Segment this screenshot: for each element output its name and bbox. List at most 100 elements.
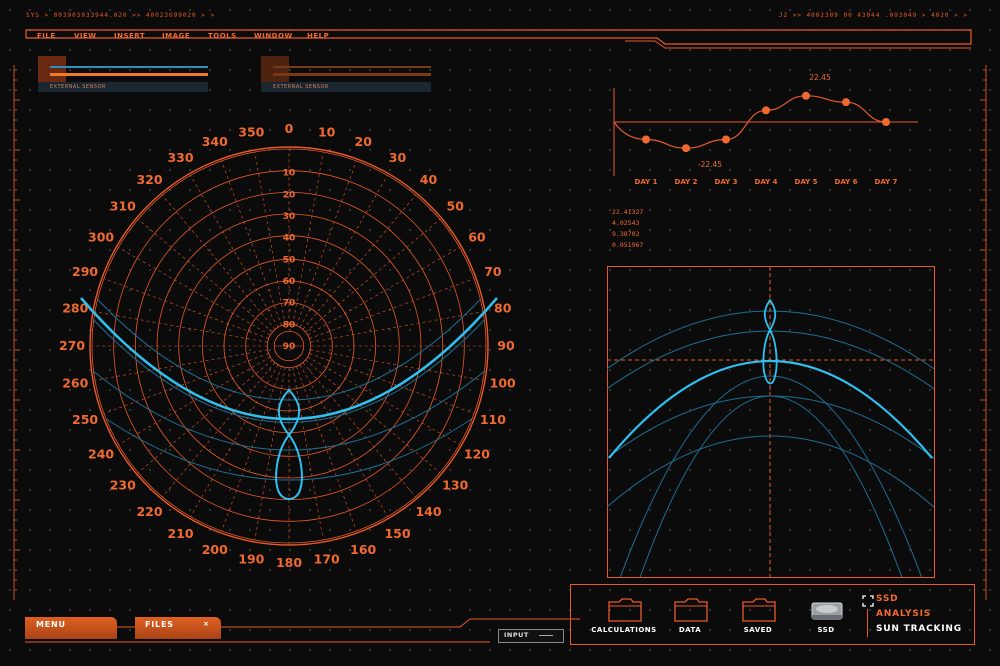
azimuth-label: 190 <box>238 552 264 567</box>
ssd-button[interactable]: SSD <box>781 597 871 641</box>
bottom-toolbar: CALCULATIONS DATA SAVED SSD SSD ANALYSIS… <box>570 584 975 645</box>
sensor-label: EXTERNAL SENSOR <box>50 84 106 90</box>
azimuth-spoke <box>118 247 271 336</box>
menu-tab[interactable]: MENU <box>25 617 117 639</box>
folder-icon <box>742 598 776 622</box>
files-tab-label: FILES <box>145 620 174 629</box>
elevation-label: 90 <box>283 342 296 352</box>
elevation-label: 80 <box>283 320 296 330</box>
polar-sun-path-diagram: 0 10 20 30 40 50 60 70 80 90 100 110 120 130140 150 160… <box>59 121 516 570</box>
azimuth-label: 70 <box>484 264 502 279</box>
menu-window[interactable]: WINDOW <box>254 32 293 40</box>
menu-image[interactable]: IMAGE <box>162 32 190 40</box>
azimuth-spoke <box>254 151 286 325</box>
azimuth-label: 290 <box>72 264 98 279</box>
azimuth-label: 200 <box>202 542 228 557</box>
azimuth-spoke <box>190 364 279 517</box>
readout-value: 9.38702 <box>612 230 640 238</box>
azimuth-label: 180 <box>276 555 302 570</box>
azimuth-label: 320 <box>136 172 162 187</box>
elevation-label: 50 <box>283 255 296 265</box>
azimuth-label: 140 <box>415 504 441 519</box>
azimuth-label: 250 <box>72 412 98 427</box>
azimuth-spoke <box>254 367 286 541</box>
menu-insert[interactable]: INSERT <box>114 32 145 40</box>
azimuth-label: 170 <box>314 552 340 567</box>
menu-view[interactable]: VIEW <box>74 32 97 40</box>
x-tick-label: DAY 2 <box>675 178 698 186</box>
azimuth-label: 110 <box>480 412 506 427</box>
elevation-label: 30 <box>283 212 296 222</box>
day-line-chart: DAY 1 DAY 2 DAY 3 DAY 4 DAY 5 DAY 6 DAY 7 22.4… <box>613 73 918 186</box>
azimuth-spoke <box>162 194 276 330</box>
azimuth-label: 230 <box>110 477 136 492</box>
zoom-analemma <box>762 298 778 385</box>
data-point <box>642 135 650 144</box>
sensor-label: EXTERNAL SENSOR <box>273 84 329 90</box>
elevation-label: 60 <box>283 277 296 287</box>
azimuth-spoke <box>305 219 441 333</box>
azimuth-spoke <box>221 160 282 326</box>
side-item-sun-tracking[interactable]: SUN TRACKING <box>876 624 962 634</box>
readout-value: 22.41327 <box>612 208 644 216</box>
azimuth-spoke <box>310 349 484 381</box>
azimuth-label: 30 <box>389 150 407 165</box>
external-sensor-1: EXTERNAL SENSOR <box>38 56 208 92</box>
azimuth-spoke <box>292 151 324 325</box>
azimuth-label: 60 <box>468 230 486 245</box>
menu-tools[interactable]: TOOLS <box>208 32 237 40</box>
data-point <box>762 106 770 115</box>
azimuth-label: 40 <box>420 172 438 187</box>
azimuth-spoke <box>94 311 268 343</box>
azimuth-label: 90 <box>497 338 515 353</box>
data-label-max: 22.45 <box>809 73 831 82</box>
elevation-label: 10 <box>283 169 296 179</box>
side-item-ssd[interactable]: SSD <box>876 594 898 604</box>
azimuth-label: 340 <box>202 134 228 149</box>
side-list-divider <box>867 609 868 637</box>
data-label-min: -22.45 <box>698 160 722 169</box>
azimuth-spoke <box>162 362 276 498</box>
readout-value: 4.02543 <box>612 219 640 227</box>
side-item-analysis[interactable]: ANALYSIS <box>876 609 931 619</box>
input-label: INPUT <box>504 631 529 639</box>
zoom-view-panel <box>607 266 935 578</box>
azimuth-label: 50 <box>447 199 465 214</box>
azimuth-label: 240 <box>88 447 114 462</box>
azimuth-label: 270 <box>59 338 85 353</box>
azimuth-label: 0 <box>285 121 294 136</box>
ssd-label: SSD <box>817 626 835 634</box>
menu-help[interactable]: HELP <box>307 32 329 40</box>
menu-tab-label: MENU <box>36 620 66 629</box>
azimuth-spoke <box>302 194 416 330</box>
azimuth-label: 120 <box>464 447 490 462</box>
azimuth-label: 260 <box>62 376 88 391</box>
folder-icon <box>674 598 708 622</box>
azimuth-label: 350 <box>238 124 264 139</box>
x-tick-label: DAY 4 <box>755 178 778 186</box>
external-sensor-2: EXTERNAL SENSOR <box>261 56 431 92</box>
azimuth-label: 100 <box>490 376 516 391</box>
data-point <box>722 135 730 144</box>
azimuth-label: 210 <box>167 526 193 541</box>
x-tick-label: DAY 5 <box>795 178 818 186</box>
azimuth-spoke <box>190 175 279 328</box>
azimuth-spoke <box>137 219 273 333</box>
x-tick-label: DAY 6 <box>835 178 858 186</box>
azimuth-spoke <box>310 311 484 343</box>
folder-icon <box>608 598 642 622</box>
azimuth-spoke <box>307 247 460 336</box>
azimuth-label: 20 <box>355 134 373 149</box>
close-icon[interactable]: × <box>203 620 210 628</box>
menu-file[interactable]: FILE <box>37 32 56 40</box>
azimuth-spoke <box>94 349 268 381</box>
azimuth-label: 80 <box>494 300 512 315</box>
input-field[interactable]: INPUT <box>498 629 564 643</box>
numeric-readouts: 22.41327 4.02543 9.38702 0.051967 <box>612 207 643 251</box>
x-tick-label: DAY 3 <box>715 178 738 186</box>
azimuth-spoke <box>302 362 416 498</box>
elevation-label: 20 <box>283 190 296 200</box>
x-tick-label: DAY 7 <box>875 178 898 186</box>
files-tab[interactable]: FILES × <box>135 617 221 639</box>
data-point <box>842 98 850 107</box>
